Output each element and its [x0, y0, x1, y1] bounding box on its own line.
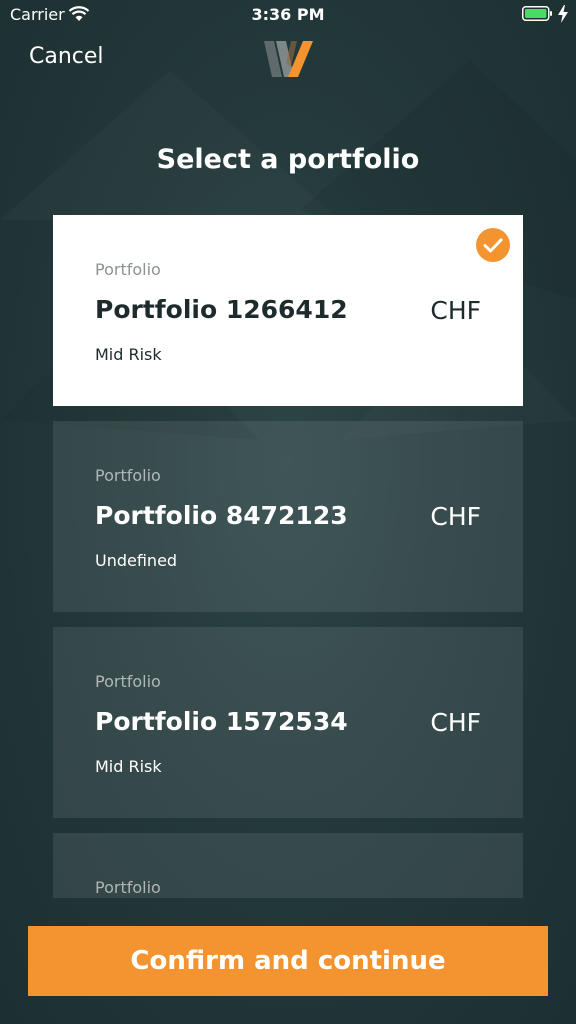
confirm-button[interactable]: Confirm and continue — [28, 926, 548, 996]
portfolio-risk: Mid Risk — [95, 757, 162, 776]
portfolio-type-label: Portfolio — [95, 878, 161, 897]
status-bar: Carrier 3:36 PM — [0, 0, 576, 30]
portfolio-card[interactable]: Portfolio Portfolio 1572534 CHF Mid Risk — [53, 627, 523, 818]
portfolio-card[interactable]: Portfolio Portfolio 8472123 CHF Undefine… — [53, 421, 523, 612]
portfolio-risk: Mid Risk — [95, 345, 162, 364]
portfolio-currency: CHF — [430, 502, 481, 531]
portfolio-card[interactable]: Portfolio — [53, 833, 523, 898]
portfolio-currency: CHF — [430, 708, 481, 737]
portfolio-type-label: Portfolio — [95, 260, 161, 279]
portfolio-type-label: Portfolio — [95, 672, 161, 691]
portfolio-name: Portfolio 1266412 — [95, 295, 348, 324]
portfolio-type-label: Portfolio — [95, 466, 161, 485]
portfolio-card[interactable]: Portfolio Portfolio 1266412 CHF Mid Risk — [53, 215, 523, 406]
portfolio-risk: Undefined — [95, 551, 178, 570]
portfolio-name: Portfolio 1572534 — [95, 707, 348, 736]
cancel-button[interactable]: Cancel — [29, 44, 104, 69]
clock: 3:36 PM — [251, 5, 325, 24]
checkmark-icon — [476, 228, 510, 262]
portfolio-list[interactable]: Portfolio Portfolio 1266412 CHF Mid Risk… — [53, 215, 523, 898]
battery-icon — [522, 6, 552, 21]
charging-bolt-icon — [558, 5, 568, 23]
portfolio-currency: CHF — [430, 296, 481, 325]
portfolio-name: Portfolio 8472123 — [95, 501, 348, 530]
page-title: Select a portfolio — [156, 144, 420, 175]
w-logo-icon — [264, 41, 313, 77]
